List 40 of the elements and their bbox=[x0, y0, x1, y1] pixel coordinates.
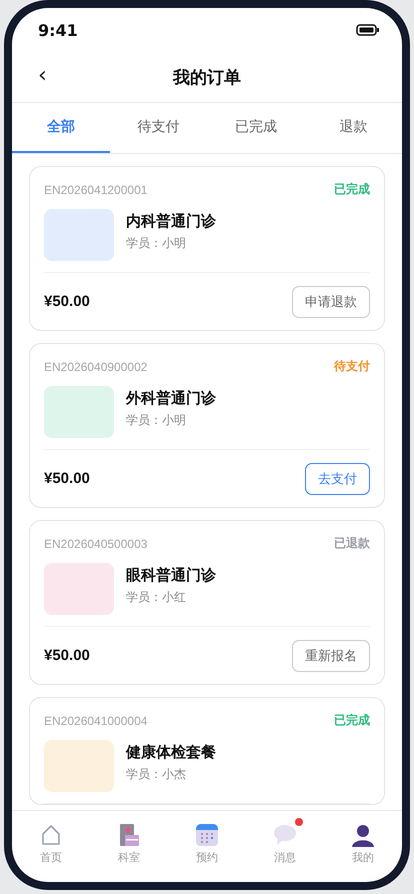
tab[interactable]: 已完成 bbox=[207, 103, 304, 153]
order-status: 已完成 bbox=[334, 181, 370, 198]
nav-item[interactable]: 首页 bbox=[12, 811, 90, 876]
service-title: 外科普通门诊 bbox=[126, 389, 216, 408]
tab[interactable]: 待支付 bbox=[110, 103, 207, 153]
student-name: 学员：小红 bbox=[126, 589, 187, 606]
student-name: 学员：小明 bbox=[126, 412, 187, 429]
action-button[interactable]: 重新报名 bbox=[292, 640, 370, 672]
service-title: 内科普通门诊 bbox=[126, 212, 216, 231]
back-button[interactable]: ‹ bbox=[34, 64, 51, 88]
student-name: 学员：小明 bbox=[126, 235, 187, 252]
order-price: ¥50.00 bbox=[44, 647, 90, 664]
person-icon bbox=[351, 822, 375, 846]
battery-icon bbox=[356, 24, 380, 36]
page-title: 我的订单 bbox=[173, 66, 241, 88]
order-price: ¥50.00 bbox=[44, 470, 90, 487]
calendar-icon bbox=[195, 822, 219, 846]
nav-item[interactable]: 消息 bbox=[246, 811, 324, 876]
order-status: 已完成 bbox=[334, 712, 370, 729]
service-title: 健康体检套餐 bbox=[126, 743, 216, 762]
order-number: EN2026041200001 bbox=[44, 182, 148, 196]
chat-bubble-icon bbox=[273, 822, 297, 846]
order-status: 待支付 bbox=[334, 358, 370, 375]
home-icon bbox=[39, 822, 63, 846]
action-button[interactable]: 申请退款 bbox=[292, 286, 370, 318]
order-number: EN2026040500003 bbox=[44, 536, 148, 550]
order-number: EN2026040900002 bbox=[44, 360, 148, 374]
status-time: 9:41 bbox=[38, 20, 78, 40]
pay-button[interactable]: 去支付 bbox=[305, 462, 370, 494]
order-number: EN2026041000004 bbox=[44, 714, 148, 728]
order-price: ¥50.00 bbox=[44, 293, 90, 310]
student-name: 学员：小杰 bbox=[126, 766, 187, 783]
service-title: 眼科普通门诊 bbox=[126, 566, 216, 585]
hospital-icon bbox=[117, 822, 141, 846]
nav-item[interactable]: 科室 bbox=[90, 811, 168, 876]
order-status: 已退款 bbox=[334, 535, 370, 552]
tab[interactable]: 全部 bbox=[12, 103, 110, 153]
nav-item[interactable]: 预约 bbox=[168, 811, 246, 876]
tab[interactable]: 退款 bbox=[304, 103, 402, 153]
nav-item[interactable]: 我的 bbox=[324, 811, 402, 876]
